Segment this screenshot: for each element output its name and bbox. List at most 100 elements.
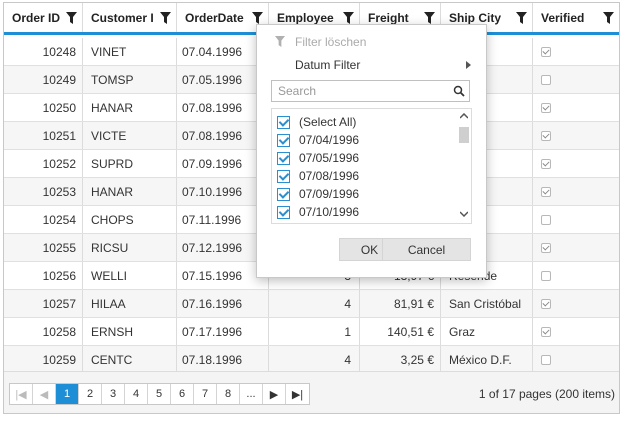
order-id-cell: 10248 — [4, 38, 83, 65]
page-button-8[interactable]: 8 — [217, 384, 240, 404]
verified-cell — [533, 38, 619, 65]
employee-cell: 4 — [269, 290, 360, 317]
pager-buttons: |◀ ◀ 1 2 3 4 5 6 7 8 ... ▶ ▶| — [9, 383, 310, 405]
checkbox-checked[interactable] — [277, 205, 290, 219]
list-item[interactable]: 07/08/1996 — [277, 167, 359, 185]
verified-cell — [533, 234, 619, 261]
date-filter-item[interactable]: Datum Filter — [257, 54, 486, 76]
column-header-customer[interactable]: Customer I — [83, 3, 177, 32]
customer-cell: HILAA — [83, 290, 177, 317]
chevron-up-icon[interactable] — [460, 113, 468, 119]
chevron-down-icon[interactable] — [460, 211, 468, 217]
customer-cell: WELLI — [83, 262, 177, 289]
table-row[interactable]: 10258 ERNSH 07.17.1996 1 140,51 € Graz — [4, 318, 619, 346]
cancel-button[interactable]: Cancel — [382, 238, 471, 261]
freight-cell: 3,25 € — [360, 346, 441, 373]
checkbox-checked[interactable] — [277, 169, 290, 183]
filter-icon[interactable] — [603, 12, 614, 24]
column-label: Verified — [541, 10, 585, 25]
ship-city-cell: San Cristóbal — [441, 290, 533, 317]
checkbox-unchecked[interactable] — [541, 270, 551, 281]
filter-icon[interactable] — [424, 12, 435, 24]
filter-icon[interactable] — [66, 12, 77, 24]
checkbox-checked[interactable] — [277, 187, 290, 201]
order-id-cell: 10256 — [4, 262, 83, 289]
checkbox-checked[interactable] — [541, 186, 551, 197]
checkbox-checked[interactable] — [541, 130, 551, 141]
clear-filter-item[interactable]: Filter löschen — [257, 31, 486, 53]
list-item-label: 07/08/1996 — [299, 169, 360, 183]
page-button-1[interactable]: 1 — [56, 384, 79, 404]
order-id-cell: 10253 — [4, 178, 83, 205]
scroll-thumb[interactable] — [459, 127, 469, 143]
customer-cell: HANAR — [83, 94, 177, 121]
column-label: Customer I — [91, 10, 154, 25]
list-scrollbar[interactable] — [457, 109, 471, 223]
checkbox-checked[interactable] — [541, 102, 551, 113]
customer-cell: SUPRD — [83, 150, 177, 177]
checkbox-checked[interactable] — [541, 158, 551, 169]
order-date-cell: 07.16.1996 — [177, 290, 269, 317]
customer-cell: RICSU — [83, 234, 177, 261]
page-button-6[interactable]: 6 — [171, 384, 194, 404]
freight-cell: 140,51 € — [360, 318, 441, 345]
order-id-cell: 10257 — [4, 290, 83, 317]
table-row[interactable]: 10259 CENTC 07.18.1996 4 3,25 € México D.F. — [4, 346, 619, 374]
next-page-button[interactable]: ▶ — [263, 384, 286, 404]
list-item[interactable]: 07/09/1996 — [277, 185, 359, 203]
list-item-label: 07/10/1996 — [299, 205, 360, 219]
page-button-2[interactable]: 2 — [79, 384, 102, 404]
order-id-cell: 10252 — [4, 150, 83, 177]
list-item-label: 07/05/1996 — [299, 151, 360, 165]
checkbox-checked[interactable] — [541, 46, 551, 57]
order-id-cell: 10258 — [4, 318, 83, 345]
verified-cell — [533, 66, 619, 93]
customer-cell: HANAR — [83, 178, 177, 205]
checkbox-unchecked[interactable] — [541, 74, 551, 85]
verified-cell — [533, 290, 619, 317]
page-button-5[interactable]: 5 — [148, 384, 171, 404]
filter-icon[interactable] — [343, 12, 354, 24]
select-all-item[interactable]: (Select All) — [277, 113, 356, 131]
last-page-button[interactable]: ▶| — [286, 384, 309, 404]
filter-clear-icon — [275, 36, 285, 47]
filter-value-list: (Select All) 07/04/1996 07/05/1996 07/08… — [271, 108, 472, 224]
page-button-3[interactable]: 3 — [102, 384, 125, 404]
table-row[interactable]: 10257 HILAA 07.16.1996 4 81,91 € San Cristóba… — [4, 290, 619, 318]
checkbox-checked[interactable] — [541, 242, 551, 253]
customer-cell: VICTE — [83, 122, 177, 149]
checkbox-checked[interactable] — [541, 298, 551, 309]
filter-icon[interactable] — [516, 12, 527, 24]
order-id-cell: 10254 — [4, 206, 83, 233]
order-id-cell: 10249 — [4, 66, 83, 93]
checkbox-checked[interactable] — [277, 133, 290, 147]
list-item[interactable]: 07/10/1996 — [277, 203, 359, 221]
column-label: Order ID — [12, 10, 61, 25]
customer-cell: TOMSP — [83, 66, 177, 93]
filter-icon[interactable] — [252, 12, 263, 24]
page-button-7[interactable]: 7 — [194, 384, 217, 404]
checkbox-unchecked[interactable] — [541, 214, 551, 225]
verified-cell — [533, 94, 619, 121]
search-field[interactable] — [271, 80, 470, 102]
column-label: Freight — [368, 10, 409, 25]
page-ellipsis-button[interactable]: ... — [240, 384, 263, 404]
search-input[interactable] — [272, 81, 442, 101]
verified-cell — [533, 262, 619, 289]
list-item[interactable]: 07/04/1996 — [277, 131, 359, 149]
search-icon — [453, 85, 465, 97]
checkbox-checked[interactable] — [277, 151, 290, 165]
filter-icon[interactable] — [160, 12, 171, 24]
checkbox-checked[interactable] — [277, 115, 290, 129]
date-filter-label: Datum Filter — [295, 58, 361, 72]
checkbox-unchecked[interactable] — [541, 354, 551, 365]
first-page-button[interactable]: |◀ — [10, 384, 33, 404]
list-item[interactable]: 07/05/1996 — [277, 149, 359, 167]
prev-page-button[interactable]: ◀ — [33, 384, 56, 404]
page-button-4[interactable]: 4 — [125, 384, 148, 404]
column-header-verified[interactable]: Verified — [533, 3, 619, 32]
checkbox-checked[interactable] — [541, 326, 551, 337]
column-header-order-id[interactable]: Order ID — [4, 3, 83, 32]
pager-info: 1 of 17 pages (200 items) — [478, 387, 615, 401]
column-label: Ship City — [449, 10, 502, 25]
